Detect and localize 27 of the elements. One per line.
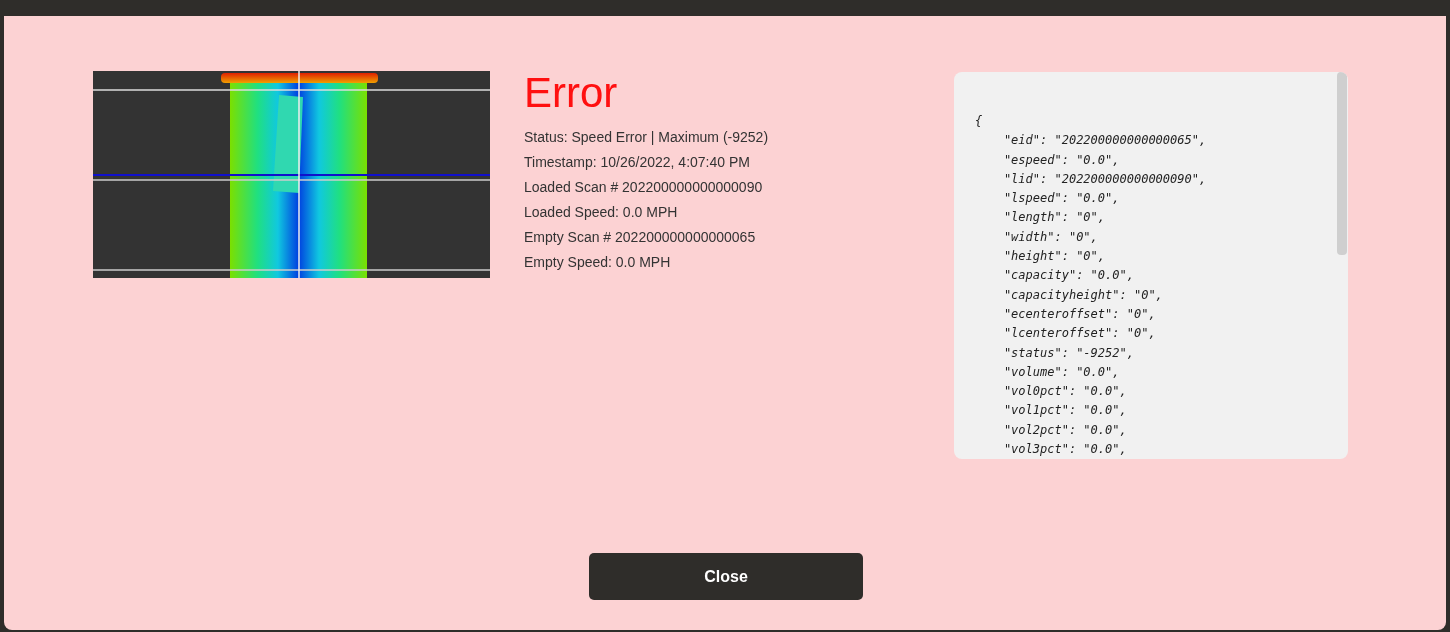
json-line: "vol0pct": "0.0", <box>1002 383 1128 401</box>
detail-text: Loaded Scan # 202200000000000090 <box>524 178 764 197</box>
json-line: "lspeed": "0.0", <box>1002 190 1121 208</box>
close-button[interactable]: Close <box>589 553 863 600</box>
json-line: "capacity": "0.0", <box>1002 267 1135 285</box>
json-line: "espeed": "0.0", <box>1002 151 1121 169</box>
json-line: "eid": "202200000000000065", <box>1002 132 1208 150</box>
json-line: "width": "0", <box>1002 228 1099 246</box>
detail-text: Empty Speed: 0.0 MPH <box>524 253 672 272</box>
json-line: "vol3pct": "0.0", <box>1002 441 1128 459</box>
json-line: "volume": "0.0", <box>1002 363 1121 381</box>
json-line: { <box>975 113 984 130</box>
json-line: "vol2pct": "0.0", <box>1002 421 1128 439</box>
json-line: "length": "0", <box>1002 209 1107 227</box>
error-title: Error <box>524 69 619 117</box>
detail-text: Timestamp: 10/26/2022, 4:07:40 PM <box>524 153 751 172</box>
detail-text: Empty Scan # 202200000000000065 <box>524 228 757 247</box>
json-line: "status": "-9252", <box>1002 344 1135 362</box>
json-line: "ecenteroffset": "0", <box>1002 305 1157 323</box>
scrollbar-thumb[interactable] <box>1337 72 1347 255</box>
json-line: "height": "0", <box>1002 248 1107 266</box>
json-line: "vol1pct": "0.0", <box>1002 402 1128 420</box>
json-line: "capacityheight": "0", <box>1002 286 1164 304</box>
detail-text: Loaded Speed: 0.0 MPH <box>524 203 679 222</box>
detail-text: Status: Speed Error | Maximum (-9252) <box>524 128 770 147</box>
json-line: "lid": "202200000000000090", <box>1002 170 1208 188</box>
json-line: "lcenteroffset": "0", <box>1002 325 1157 343</box>
